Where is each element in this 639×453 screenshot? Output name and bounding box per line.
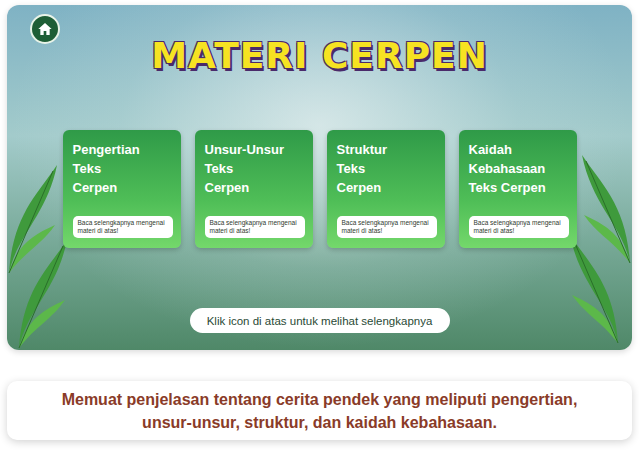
leaf-icon	[7, 155, 59, 275]
material-card[interactable]: KaidahKebahasaanTeks Cerpen Baca selengka…	[459, 130, 577, 248]
leaf-icon	[17, 230, 69, 350]
card-title: StrukturTeksCerpen	[337, 140, 437, 197]
hero-panel: MATERI CERPEN PengertianTeksCerpen Baca se…	[7, 5, 632, 350]
material-card[interactable]: PengertianTeksCerpen Baca selengkapnya me…	[63, 130, 181, 248]
leaf-icon	[580, 145, 632, 265]
card-note: Baca selengkapnya mengenai materi di ata…	[469, 216, 569, 238]
page-title: MATERI CERPEN	[151, 33, 488, 79]
card-note: Baca selengkapnya mengenai materi di ata…	[337, 216, 437, 238]
card-note: Baca selengkapnya mengenai materi di ata…	[73, 216, 173, 238]
card-title: KaidahKebahasaanTeks Cerpen	[469, 140, 569, 197]
card-row: PengertianTeksCerpen Baca selengkapnya me…	[63, 130, 577, 248]
card-title: Unsur-UnsurTeksCerpen	[205, 140, 305, 197]
card-note: Baca selengkapnya mengenai materi di ata…	[205, 216, 305, 238]
home-icon	[37, 21, 53, 37]
material-card[interactable]: StrukturTeksCerpen Baca selengkapnya meng…	[327, 130, 445, 248]
card-title: PengertianTeksCerpen	[73, 140, 173, 197]
caption-card: Memuat penjelasan tentang cerita pendek …	[7, 381, 632, 440]
material-card[interactable]: Unsur-UnsurTeksCerpen Baca selengkapnya m…	[195, 130, 313, 248]
hint-pill: Klik icon di atas untuk melihat selengka…	[190, 308, 450, 333]
home-button[interactable]	[30, 14, 60, 44]
page: MATERI CERPEN PengertianTeksCerpen Baca se…	[0, 0, 639, 453]
